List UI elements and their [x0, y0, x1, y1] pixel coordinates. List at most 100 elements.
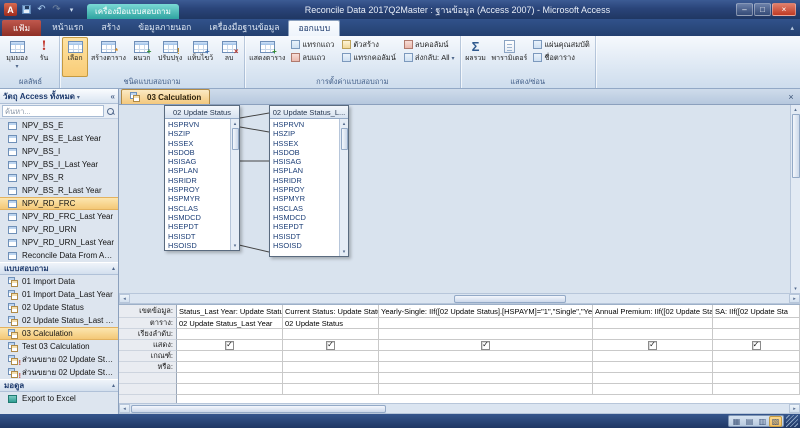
query-setup-small-button[interactable]: ลบแถว — [288, 51, 337, 64]
field-list-item[interactable]: HSSEX — [165, 139, 230, 148]
show-hide-small-button[interactable]: ชื่อตาราง — [530, 51, 592, 64]
nav-item[interactable]: Reconcile Data From Access — [0, 249, 118, 262]
field-list-scrollbar[interactable] — [339, 119, 348, 256]
field-list-item[interactable]: HSCLAS — [270, 204, 339, 213]
field-list-item[interactable]: HSISAG — [165, 157, 230, 166]
ribbon-tab[interactable]: หน้าแรก — [43, 19, 92, 36]
close-button[interactable] — [772, 3, 796, 16]
grid-or-cell[interactable] — [177, 362, 283, 373]
query-type-button[interactable]: แท็บไขว้ — [185, 37, 215, 77]
grid-field-cell[interactable]: Annual Premium: IIf([02 Update Status] — [593, 305, 713, 318]
query-type-button[interactable]: ผนวก — [129, 37, 155, 77]
field-list-item[interactable]: HSSEX — [270, 139, 339, 148]
grid-empty-cell[interactable] — [379, 384, 593, 395]
nav-item[interactable]: NPV_RD_FRC — [0, 197, 118, 210]
field-list-item[interactable]: HSISDT — [165, 232, 230, 241]
run-button[interactable]: รัน — [31, 37, 57, 77]
field-list-item[interactable]: HSPMYR — [165, 194, 230, 203]
field-list-item[interactable]: HSISAG — [270, 157, 339, 166]
field-list-title[interactable]: 02 Update Status_L... — [270, 106, 348, 119]
scroll-down-icon[interactable] — [792, 285, 799, 292]
nav-item[interactable]: NPV_BS_E_Last Year — [0, 132, 118, 145]
nav-item[interactable]: NPV_BS_I — [0, 145, 118, 158]
nav-item[interactable]: NPV_RD_URN_Last Year — [0, 236, 118, 249]
grid-empty-cell[interactable] — [177, 373, 283, 384]
grid-empty-cell[interactable] — [593, 373, 713, 384]
nav-item[interactable]: ส่วนขยาย 02 Update Status — [0, 366, 118, 379]
field-list-item[interactable]: HSZIP — [165, 129, 230, 138]
query-type-button[interactable]: ลบ — [216, 37, 242, 77]
ribbon-tab[interactable]: เครื่องมือฐานข้อมูล — [200, 19, 288, 36]
query-type-button[interactable]: เลือก — [62, 37, 88, 77]
field-list-item[interactable]: HSPMYR — [270, 194, 339, 203]
field-list-item[interactable]: HSPRVN — [270, 120, 339, 129]
scroll-down-icon[interactable] — [232, 242, 239, 249]
field-list-item[interactable]: HSMDCD — [270, 213, 339, 222]
qat-customize-button[interactable] — [65, 3, 78, 16]
grid-empty-cell[interactable] — [713, 373, 800, 384]
show-checkbox[interactable] — [752, 341, 761, 350]
query-design-surface[interactable]: 02 Update Status HSPRVNHSZIPHSSEXHSDOBHS… — [119, 105, 800, 293]
query-type-button[interactable]: สร้างตาราง — [89, 37, 128, 77]
grid-horizontal-scrollbar[interactable] — [119, 403, 800, 414]
redo-button[interactable] — [50, 3, 63, 16]
undo-button[interactable] — [35, 3, 48, 16]
show-checkbox[interactable] — [648, 341, 657, 350]
scroll-up-icon[interactable] — [341, 120, 348, 127]
query-type-button[interactable]: ปรับปรุง — [156, 37, 184, 77]
grid-sort-cell[interactable] — [283, 329, 379, 340]
pivottable-view-icon[interactable] — [743, 416, 756, 427]
grid-empty-cell[interactable] — [713, 384, 800, 395]
field-list-scrollbar[interactable] — [230, 119, 239, 250]
scroll-up-icon[interactable] — [232, 120, 239, 127]
datasheet-view-icon[interactable] — [730, 416, 743, 427]
search-input[interactable] — [2, 105, 104, 117]
nav-item[interactable]: 01 Import Data_Last Year — [0, 288, 118, 301]
grid-empty-cell[interactable] — [379, 373, 593, 384]
grid-empty-cell[interactable] — [177, 384, 283, 395]
grid-table-cell[interactable] — [593, 318, 713, 329]
grid-criteria-cell[interactable] — [177, 351, 283, 362]
show-table-button[interactable]: แสดงตาราง — [247, 37, 287, 77]
grid-sort-cell[interactable] — [593, 329, 713, 340]
grid-criteria-cell[interactable] — [593, 351, 713, 362]
nav-item[interactable]: NPV_RD_FRC_Last Year — [0, 210, 118, 223]
field-list-item[interactable]: HSDOB — [270, 148, 339, 157]
show-checkbox[interactable] — [481, 341, 490, 350]
field-list-item[interactable]: HSMDCD — [165, 213, 230, 222]
nav-item[interactable]: Export to Excel — [0, 392, 118, 405]
resize-grip[interactable] — [786, 415, 798, 427]
grid-table-cell[interactable]: 02 Update Status — [283, 318, 379, 329]
nav-item[interactable]: NPV_RD_URN — [0, 223, 118, 236]
minimize-button[interactable] — [736, 3, 753, 16]
scroll-left-icon[interactable] — [119, 294, 130, 303]
design-horizontal-scrollbar[interactable] — [119, 293, 800, 304]
nav-item[interactable]: 02 Update Status — [0, 301, 118, 314]
grid-field-cell[interactable]: Status_Last Year: Update Status — [177, 305, 283, 318]
field-list-item[interactable]: HSPLAN — [270, 166, 339, 175]
scrollbar-thumb[interactable] — [792, 114, 800, 178]
show-hide-small-button[interactable]: แผ่นคุณสมบัติ — [530, 38, 592, 51]
field-list-item[interactable]: HSRIDR — [165, 176, 230, 185]
field-list-item[interactable]: HSEPDT — [270, 222, 339, 231]
nav-item[interactable]: NPV_BS_R — [0, 171, 118, 184]
grid-field-cell[interactable]: Yearly-Single: IIf([02 Update Status].[H… — [379, 305, 593, 318]
nav-item[interactable]: NPV_BS_R_Last Year — [0, 184, 118, 197]
query-setup-small-button[interactable]: แทรกคอลัมน์ — [339, 51, 399, 64]
query-setup-small-button[interactable]: ตัวสร้าง — [339, 38, 399, 51]
nav-item[interactable]: Test 03 Calculation — [0, 340, 118, 353]
nav-item[interactable]: NPV_BS_E — [0, 119, 118, 132]
scrollbar-thumb[interactable] — [341, 128, 348, 150]
access-logo-icon[interactable] — [4, 3, 17, 16]
grid-empty-cell[interactable] — [283, 384, 379, 395]
parameters-button[interactable]: พารามิเตอร์ — [490, 37, 530, 77]
field-list-item[interactable]: HSOISD — [270, 241, 339, 250]
maximize-button[interactable] — [754, 3, 771, 16]
grid-field-cell[interactable]: Current Status: Update Status — [283, 305, 379, 318]
ribbon-tab[interactable]: แฟ้ม — [2, 20, 41, 36]
field-list-item[interactable]: HSEPDT — [165, 222, 230, 231]
field-list-item[interactable]: HSPLAN — [165, 166, 230, 175]
nav-item[interactable]: มอดูล — [0, 379, 118, 392]
ribbon-tab[interactable]: ออกแบบ — [288, 20, 340, 36]
grid-field-cell[interactable]: SA: IIf([02 Update Sta — [713, 305, 800, 318]
